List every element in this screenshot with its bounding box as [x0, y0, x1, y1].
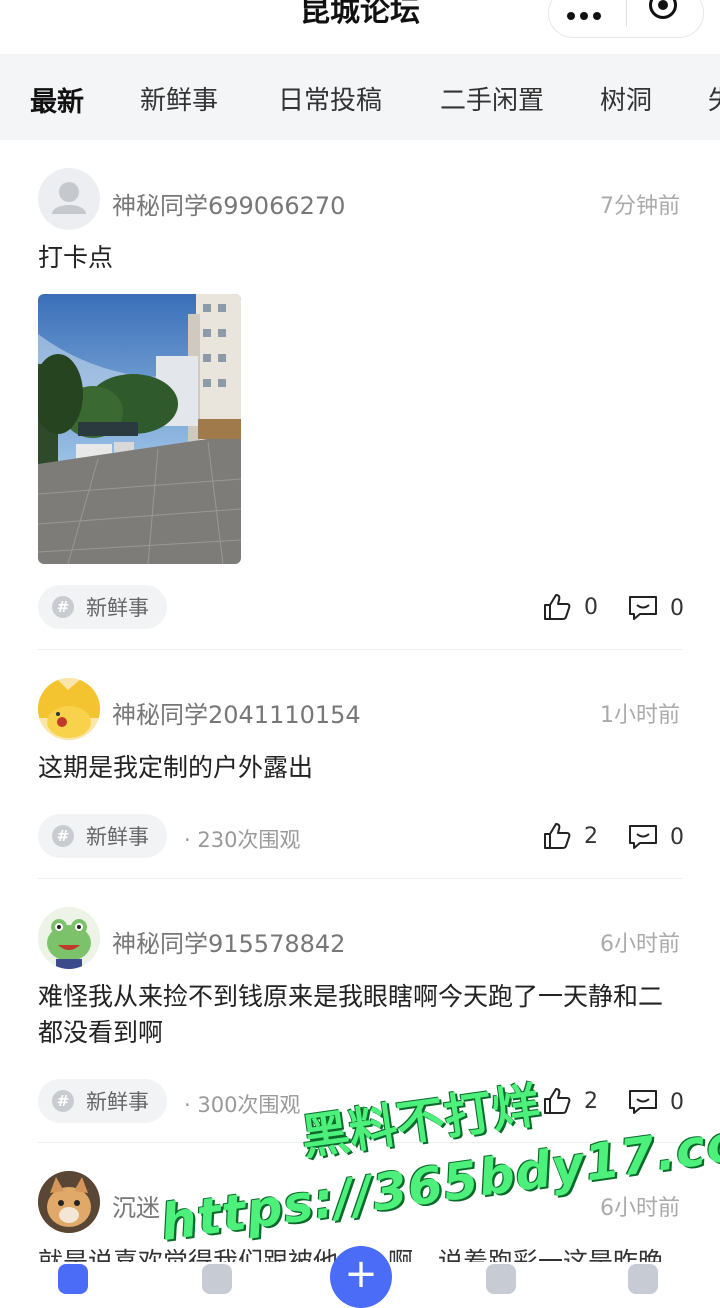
- view-count: · 230次围观: [184, 828, 301, 852]
- more-icon[interactable]: [567, 5, 607, 20]
- top-bar: 昆城论坛: [0, 0, 720, 54]
- thumbs-up-icon: [544, 594, 571, 620]
- like-button[interactable]: 2: [542, 821, 598, 851]
- avatar[interactable]: [38, 168, 100, 230]
- post-time: 1小时前: [600, 703, 680, 728]
- home-icon[interactable]: [58, 1264, 88, 1294]
- post-username[interactable]: 沉迷: [112, 1188, 160, 1223]
- post-time: 6小时前: [600, 932, 680, 957]
- post-username[interactable]: 神秘同学915578842: [112, 924, 345, 959]
- like-count: 2: [584, 1088, 598, 1114]
- like-button[interactable]: 2: [542, 1086, 598, 1116]
- profile-icon[interactable]: [628, 1264, 658, 1294]
- message-icon[interactable]: [486, 1264, 516, 1294]
- comment-icon: [629, 596, 657, 620]
- post-content: 打卡点: [38, 243, 114, 272]
- post-username[interactable]: 神秘同学699066270: [112, 186, 345, 221]
- tab-fresh-news[interactable]: 新鲜事: [140, 80, 218, 117]
- comment-button[interactable]: 0: [628, 1088, 684, 1116]
- tab-daily-submission[interactable]: 日常投稿: [278, 80, 382, 117]
- cartoon-avatar-image: [38, 678, 100, 740]
- post-username[interactable]: 神秘同学2041110154: [112, 695, 361, 730]
- hash-icon: #: [52, 825, 74, 847]
- thumbs-up-icon: [544, 1088, 571, 1114]
- post-photo[interactable]: [38, 294, 241, 564]
- avatar[interactable]: [38, 1171, 100, 1233]
- comment-count: 0: [670, 1089, 684, 1115]
- campus-street-photo: [38, 294, 241, 564]
- close-icon[interactable]: [649, 0, 677, 19]
- comment-count: 0: [670, 824, 684, 850]
- hash-icon: #: [52, 596, 74, 618]
- avatar[interactable]: [38, 907, 100, 969]
- mini-program-capsule: [548, 0, 704, 38]
- post-divider: [38, 649, 682, 650]
- add-post-button[interactable]: +: [330, 1246, 392, 1308]
- avatar[interactable]: [38, 678, 100, 740]
- view-count: · 300次围观: [184, 1093, 301, 1117]
- post-tag[interactable]: # 新鲜事: [38, 1079, 167, 1123]
- cat-avatar-image: [38, 1171, 100, 1233]
- post-content: 这期是我定制的户外露出: [38, 753, 314, 782]
- tab-latest[interactable]: 最新: [30, 80, 84, 119]
- tab-tree-hole[interactable]: 树洞: [600, 80, 652, 117]
- post-content: 难怪我从来捡不到钱原来是我眼瞎啊今天跑了一天静和二都没看到啊: [38, 982, 664, 1047]
- hash-icon: #: [52, 1090, 74, 1112]
- post-divider: [38, 878, 682, 879]
- default-user-icon: [52, 182, 86, 214]
- post-tag[interactable]: # 新鲜事: [38, 585, 167, 629]
- thumbs-up-icon: [544, 823, 571, 849]
- tab-second-hand[interactable]: 二手闲置: [440, 80, 544, 117]
- like-button[interactable]: 0: [542, 592, 598, 622]
- post-tag[interactable]: # 新鲜事: [38, 814, 167, 858]
- category-tabs: 最新 新鲜事 日常投稿 二手闲置 树洞 失: [0, 54, 720, 140]
- comment-button[interactable]: 0: [628, 823, 684, 851]
- post-time: 6小时前: [600, 1196, 680, 1221]
- tab-lost-found[interactable]: 失: [708, 80, 720, 117]
- post-tag-label: 新鲜事: [86, 596, 149, 620]
- post-tag-label: 新鲜事: [86, 1090, 149, 1114]
- comment-icon: [629, 825, 657, 849]
- frog-avatar-image: [38, 907, 100, 969]
- post-time: 7分钟前: [600, 194, 680, 219]
- post-tag-label: 新鲜事: [86, 825, 149, 849]
- discover-icon[interactable]: [202, 1264, 232, 1294]
- capsule-divider: [626, 0, 627, 27]
- comment-icon: [629, 1090, 657, 1114]
- like-count: 2: [584, 823, 598, 849]
- comment-count: 0: [670, 595, 684, 621]
- comment-button[interactable]: 0: [628, 594, 684, 622]
- like-count: 0: [584, 594, 598, 620]
